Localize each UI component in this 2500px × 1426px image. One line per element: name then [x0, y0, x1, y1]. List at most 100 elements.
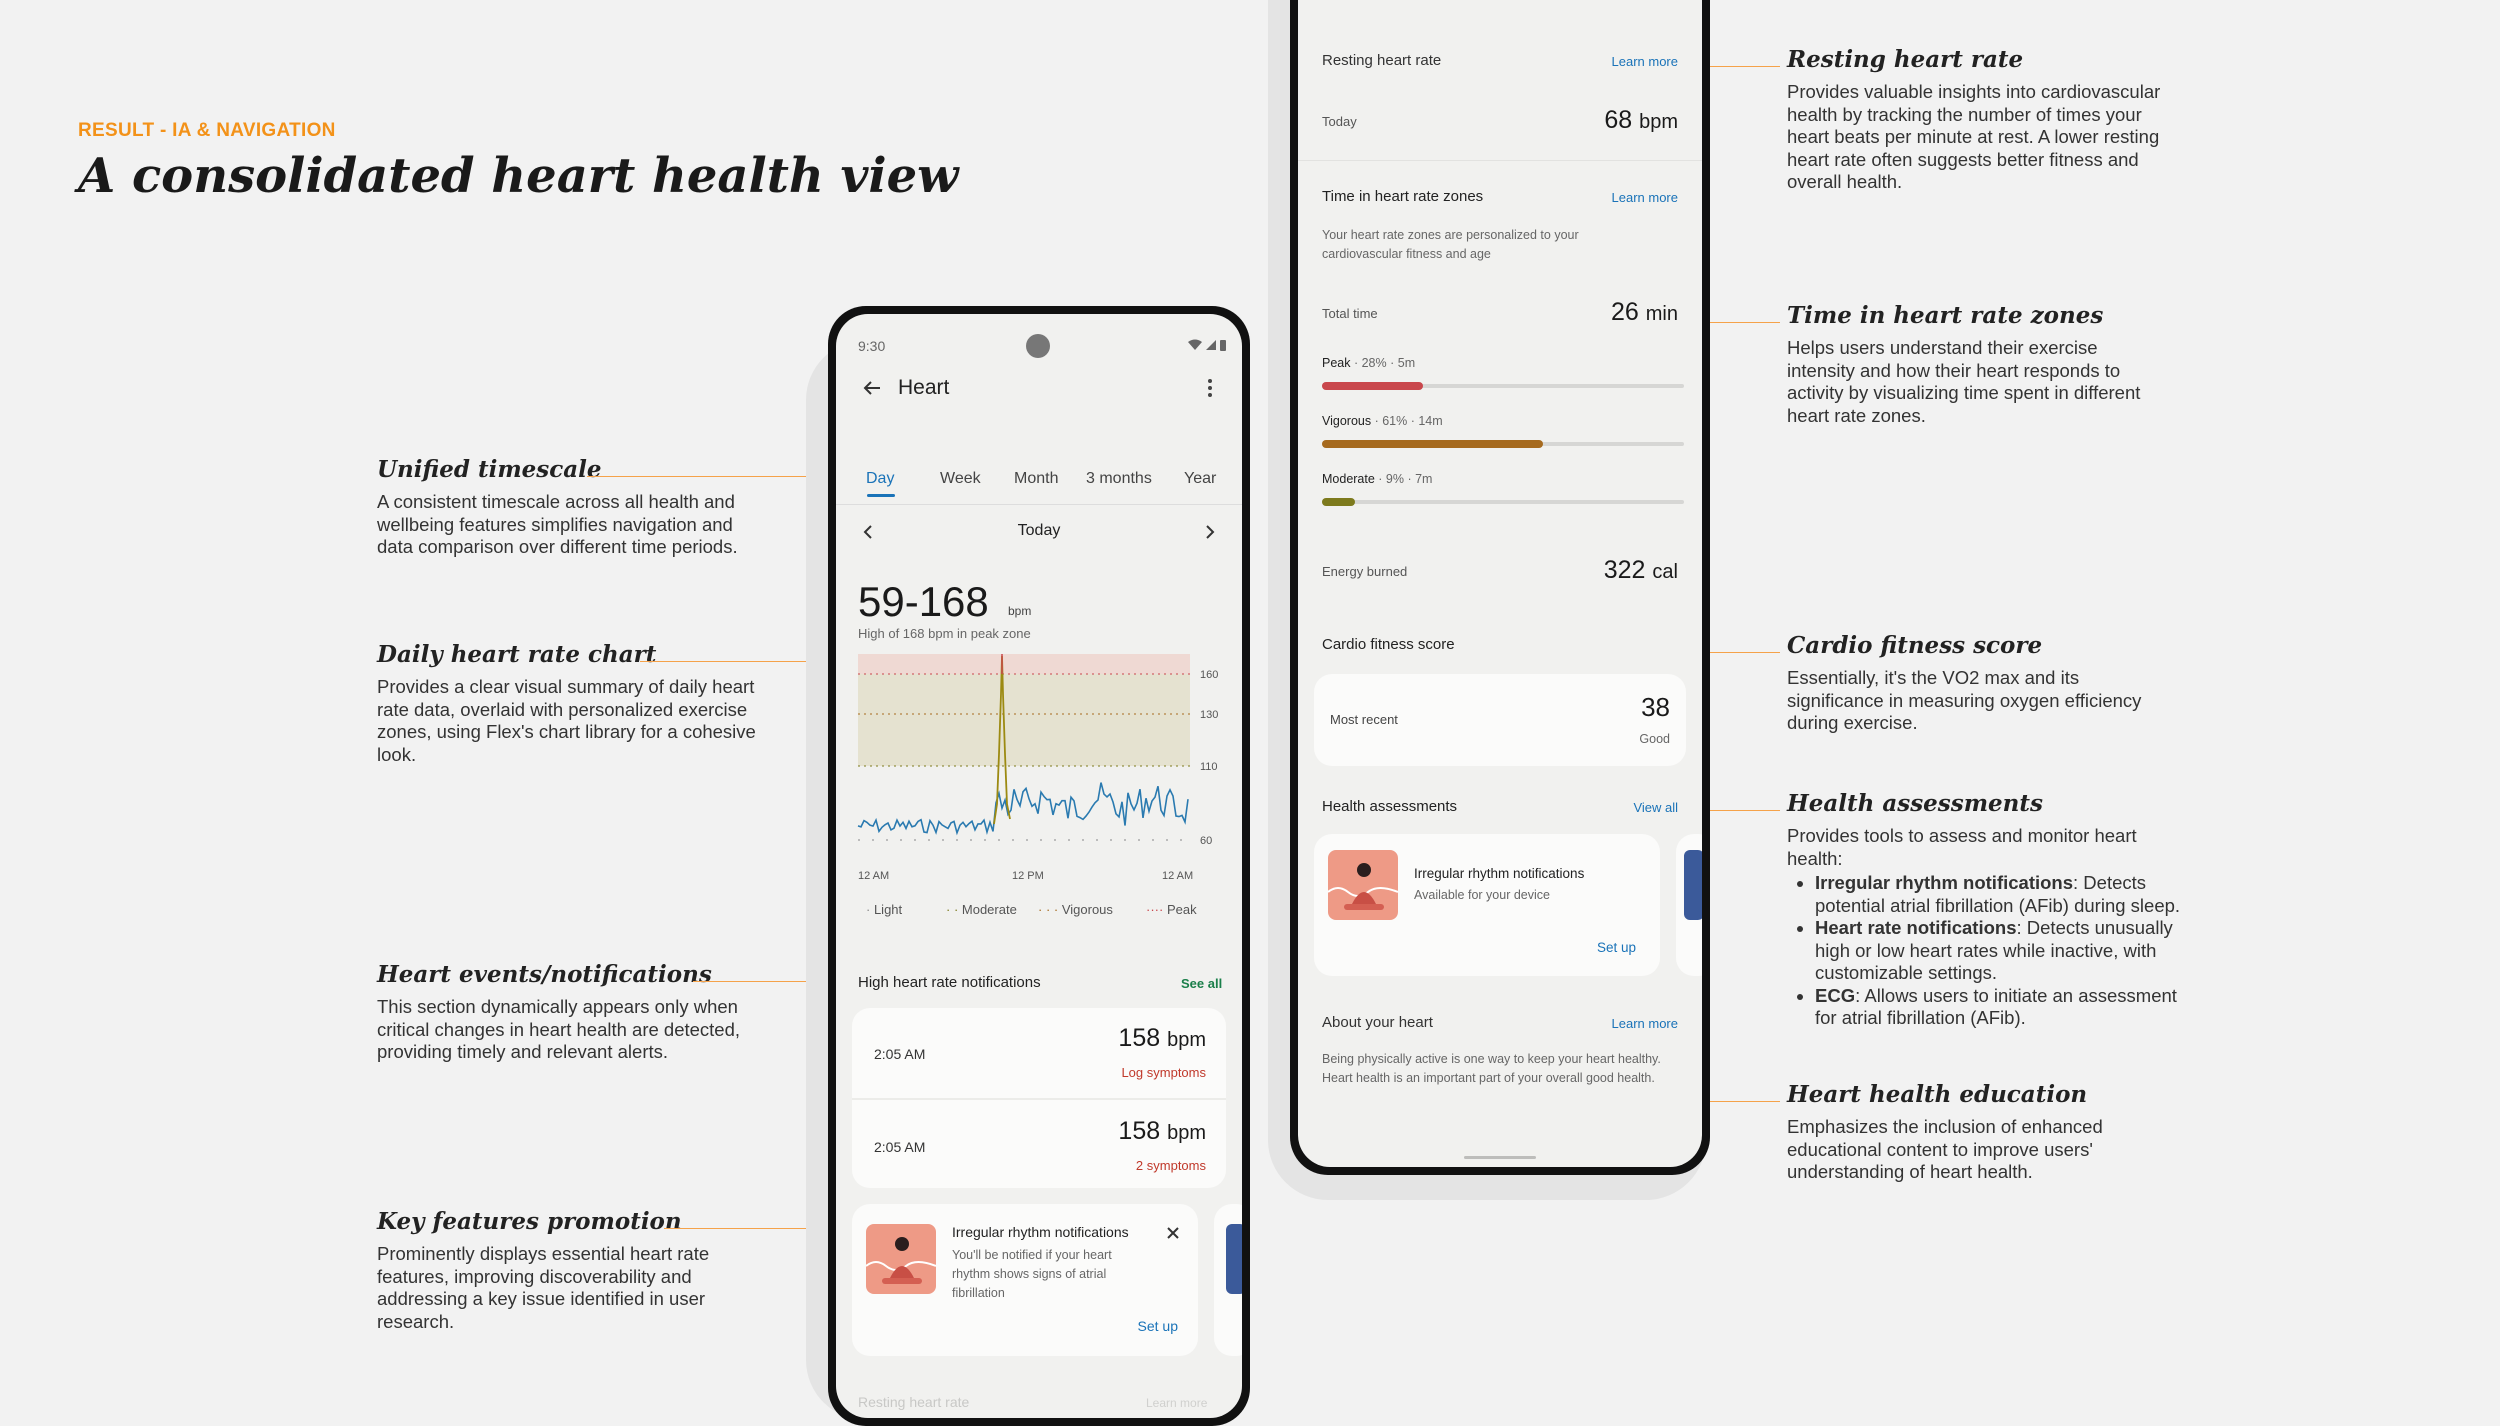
tab-month[interactable]: Month — [1014, 470, 1058, 488]
zone-peak-bar — [1322, 382, 1684, 390]
resting-hr-value: 68 bpm — [1604, 106, 1678, 134]
annotation-heart-events: Heart events/notifications This section … — [377, 961, 757, 1064]
page-title: A consolidated heart health view — [78, 148, 959, 204]
tick-x-end: 12 AM — [1162, 870, 1194, 882]
annotation-unified-timescale: Unified timescale A consistent timescale… — [377, 456, 757, 559]
meditation-illustration-icon — [866, 1224, 936, 1294]
notif-value: 158 bpm — [1118, 1117, 1206, 1145]
learn-more-link[interactable]: Learn more — [1612, 54, 1678, 69]
symptoms-link[interactable]: 2 symptoms — [1136, 1158, 1206, 1173]
annotation-title: Time in heart rate zones — [1787, 302, 2104, 329]
status-icons — [1188, 339, 1226, 351]
tab-week[interactable]: Week — [940, 470, 981, 488]
annotation-title: Health assessments — [1787, 790, 2043, 817]
peak-zone-band — [858, 654, 1190, 674]
annotation-text: Provides valuable insights into cardiova… — [1787, 81, 2161, 192]
annotation-bullets: Irregular rhythm notifications: Detects … — [1815, 872, 2187, 1030]
phone-screen: Resting heart rate Learn more Today 68 b… — [1298, 0, 1702, 1167]
learn-more-link[interactable]: Learn more — [1612, 190, 1678, 205]
today-label: Today — [1322, 114, 1357, 129]
annotation-title: Cardio fitness score — [1787, 632, 2043, 659]
cardio-rating: Good — [1639, 732, 1670, 746]
learn-more-link[interactable]: Learn more — [1612, 1016, 1678, 1031]
annotation-title: Resting heart rate — [1787, 46, 2024, 73]
zone-moderate-fill — [1322, 498, 1355, 506]
energy-label: Energy burned — [1322, 564, 1408, 579]
annotation-daily-chart: Daily heart rate chart Provides a clear … — [377, 641, 757, 766]
assessment-thumbnail — [1684, 850, 1702, 920]
total-time-label: Total time — [1322, 306, 1378, 321]
about-heart-text: Being physically active is one way to ke… — [1322, 1052, 1661, 1085]
annotation-text: Prominently displays essential heart rat… — [377, 1243, 710, 1332]
see-all-link[interactable]: See all — [1181, 976, 1222, 991]
annotation-text: Helps users understand their exercise in… — [1787, 337, 2141, 426]
zones-label: Time in heart rate zones — [1322, 188, 1484, 205]
bullet-item: ECG: Allows users to initiate an assessm… — [1815, 985, 2187, 1030]
phone-heart-day: 9:30 Heart Day Week Month 3 months Year … — [828, 306, 1250, 1426]
assessment-card[interactable]: Irregular rhythm notifications Available… — [1314, 834, 1660, 976]
learn-more-link[interactable]: Learn more — [1146, 1396, 1207, 1410]
date-label: Today — [1017, 522, 1061, 539]
eyebrow: RESULT - IA & NAVIGATION — [78, 120, 336, 141]
promo-body: You'll be notified if your heart rhythm … — [952, 1248, 1112, 1300]
bullet-item: Irregular rhythm notifications: Detects … — [1815, 872, 2187, 917]
legend-moderate: · · Moderate — [946, 902, 1017, 917]
annotation-text: Provides a clear visual summary of daily… — [377, 676, 756, 765]
tab-day[interactable]: Day — [866, 470, 894, 488]
annotation-title: Daily heart rate chart — [377, 641, 657, 668]
range-subtitle: High of 168 bpm in peak zone — [858, 626, 1031, 641]
connector-line — [1702, 810, 1780, 811]
home-indicator — [1464, 1156, 1536, 1159]
view-all-link[interactable]: View all — [1633, 800, 1678, 815]
assessment-title: Irregular rhythm notifications — [1414, 866, 1585, 881]
divider — [852, 1098, 1226, 1100]
energy-value: 322 cal — [1603, 556, 1678, 584]
tab-indicator — [867, 494, 895, 497]
zones-description: Your heart rate zones are personalized t… — [1322, 228, 1579, 261]
camera-icon — [1026, 334, 1050, 358]
tick-x-mid: 12 PM — [1012, 870, 1044, 882]
app-title: Heart — [898, 376, 950, 399]
annotation-text: Essentially, it's the VO2 max and its si… — [1787, 667, 2142, 733]
zone-moderate-bar — [1322, 498, 1684, 506]
cardio-value: 38 — [1641, 692, 1670, 722]
tick-x-start: 12 AM — [858, 870, 890, 882]
cardio-card[interactable]: Most recent 38 Good — [1314, 674, 1686, 766]
annotation-title: Key features promotion — [377, 1208, 682, 1235]
connector-line — [1702, 1101, 1780, 1102]
tab-3-months[interactable]: 3 months — [1086, 470, 1152, 488]
annotation-resting-hr: Resting heart rate Provides valuable ins… — [1787, 46, 2167, 194]
promo-card-next — [1214, 1204, 1242, 1356]
legend-vigorous: · · · Vigorous — [1038, 902, 1113, 917]
more-vert-icon[interactable] — [1206, 378, 1214, 398]
chevron-right-icon[interactable] — [1204, 524, 1216, 540]
annotation-heart-education: Heart health education Emphasizes the in… — [1787, 1081, 2167, 1184]
range-unit: bpm — [1008, 604, 1032, 618]
promo-title: Irregular rhythm notifications — [952, 1224, 1129, 1240]
tick-y-130: 130 — [1200, 709, 1218, 721]
back-arrow-icon[interactable] — [862, 378, 882, 398]
hr-line — [857, 782, 1189, 836]
log-symptoms-link[interactable]: Log symptoms — [1121, 1065, 1206, 1080]
notif-time: 2:05 AM — [874, 1046, 926, 1062]
bullet-bold: Heart rate notifications — [1815, 917, 2017, 938]
notif-time: 2:05 AM — [874, 1139, 926, 1155]
connector-line — [1702, 652, 1780, 653]
setup-button[interactable]: Set up — [1597, 940, 1636, 955]
status-time: 9:30 — [858, 338, 886, 354]
annotation-text: This section dynamically appears only wh… — [377, 996, 741, 1062]
annotation-title: Heart health education — [1787, 1081, 2088, 1108]
connector-line — [1702, 322, 1780, 323]
annotation-text: Provides tools to assess and monitor hea… — [1787, 825, 2187, 1030]
zone-peak-fill — [1322, 382, 1424, 390]
tab-year[interactable]: Year — [1184, 470, 1216, 488]
notif-header: High heart rate notifications — [858, 974, 1041, 991]
setup-button[interactable]: Set up — [1138, 1318, 1178, 1334]
close-icon[interactable] — [1166, 1226, 1180, 1240]
connector-line — [587, 476, 837, 477]
zone-peak-label: Peak · 28% · 5m — [1322, 356, 1416, 370]
zone-vigorous-bar — [1322, 440, 1684, 448]
resting-hr-label: Resting heart rate — [858, 1394, 970, 1410]
bullet-bold: Irregular rhythm notifications — [1815, 872, 2074, 893]
connector-line — [1702, 66, 1780, 67]
